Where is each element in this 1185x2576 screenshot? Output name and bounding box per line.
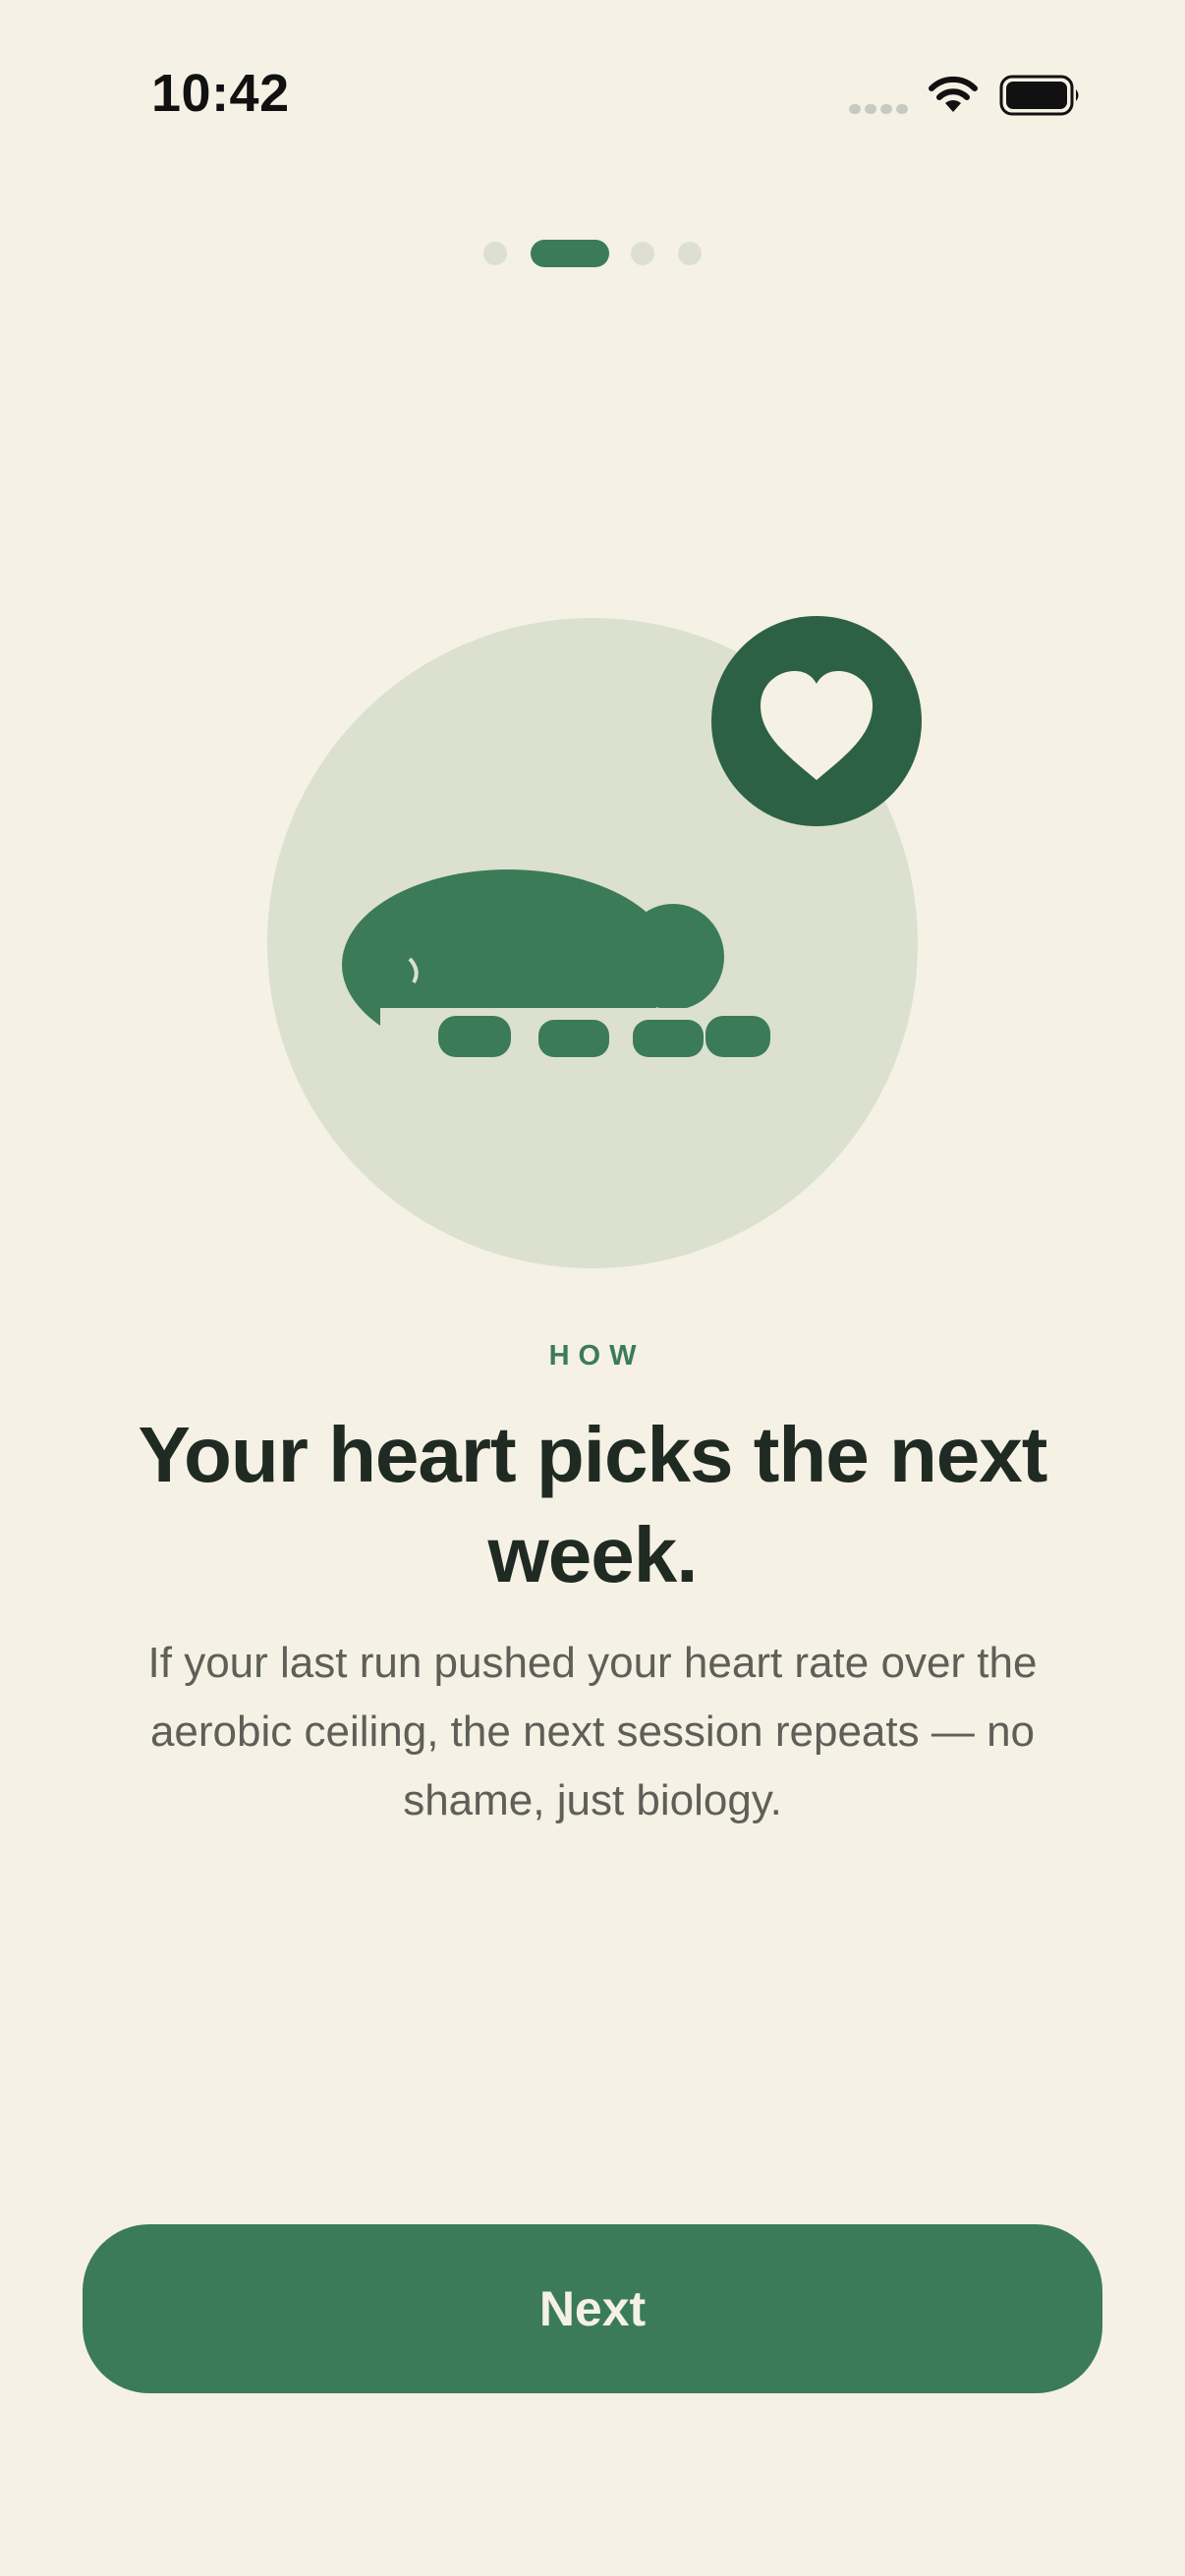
page-dot-3[interactable] [631, 242, 654, 265]
cellular-signal-icon [849, 104, 908, 114]
heart-badge-icon [711, 616, 922, 826]
status-bar: 10:42 [0, 0, 1185, 187]
wifi-icon [929, 76, 978, 112]
page-dot-2-active[interactable] [531, 240, 609, 267]
section-eyebrow: HOW [548, 1340, 646, 1372]
page-dot-4[interactable] [678, 242, 702, 265]
page-title: Your heart picks the next week. [138, 1411, 1048, 1598]
battery-icon [999, 75, 1079, 116]
hero-illustration [267, 616, 922, 1268]
next-button[interactable]: Next [83, 2224, 1102, 2393]
page-dot-1[interactable] [483, 242, 507, 265]
page-indicator [0, 240, 1185, 267]
status-time: 10:42 [151, 64, 290, 123]
page-description: If your last run pushed your heart rate … [147, 1639, 1038, 1824]
